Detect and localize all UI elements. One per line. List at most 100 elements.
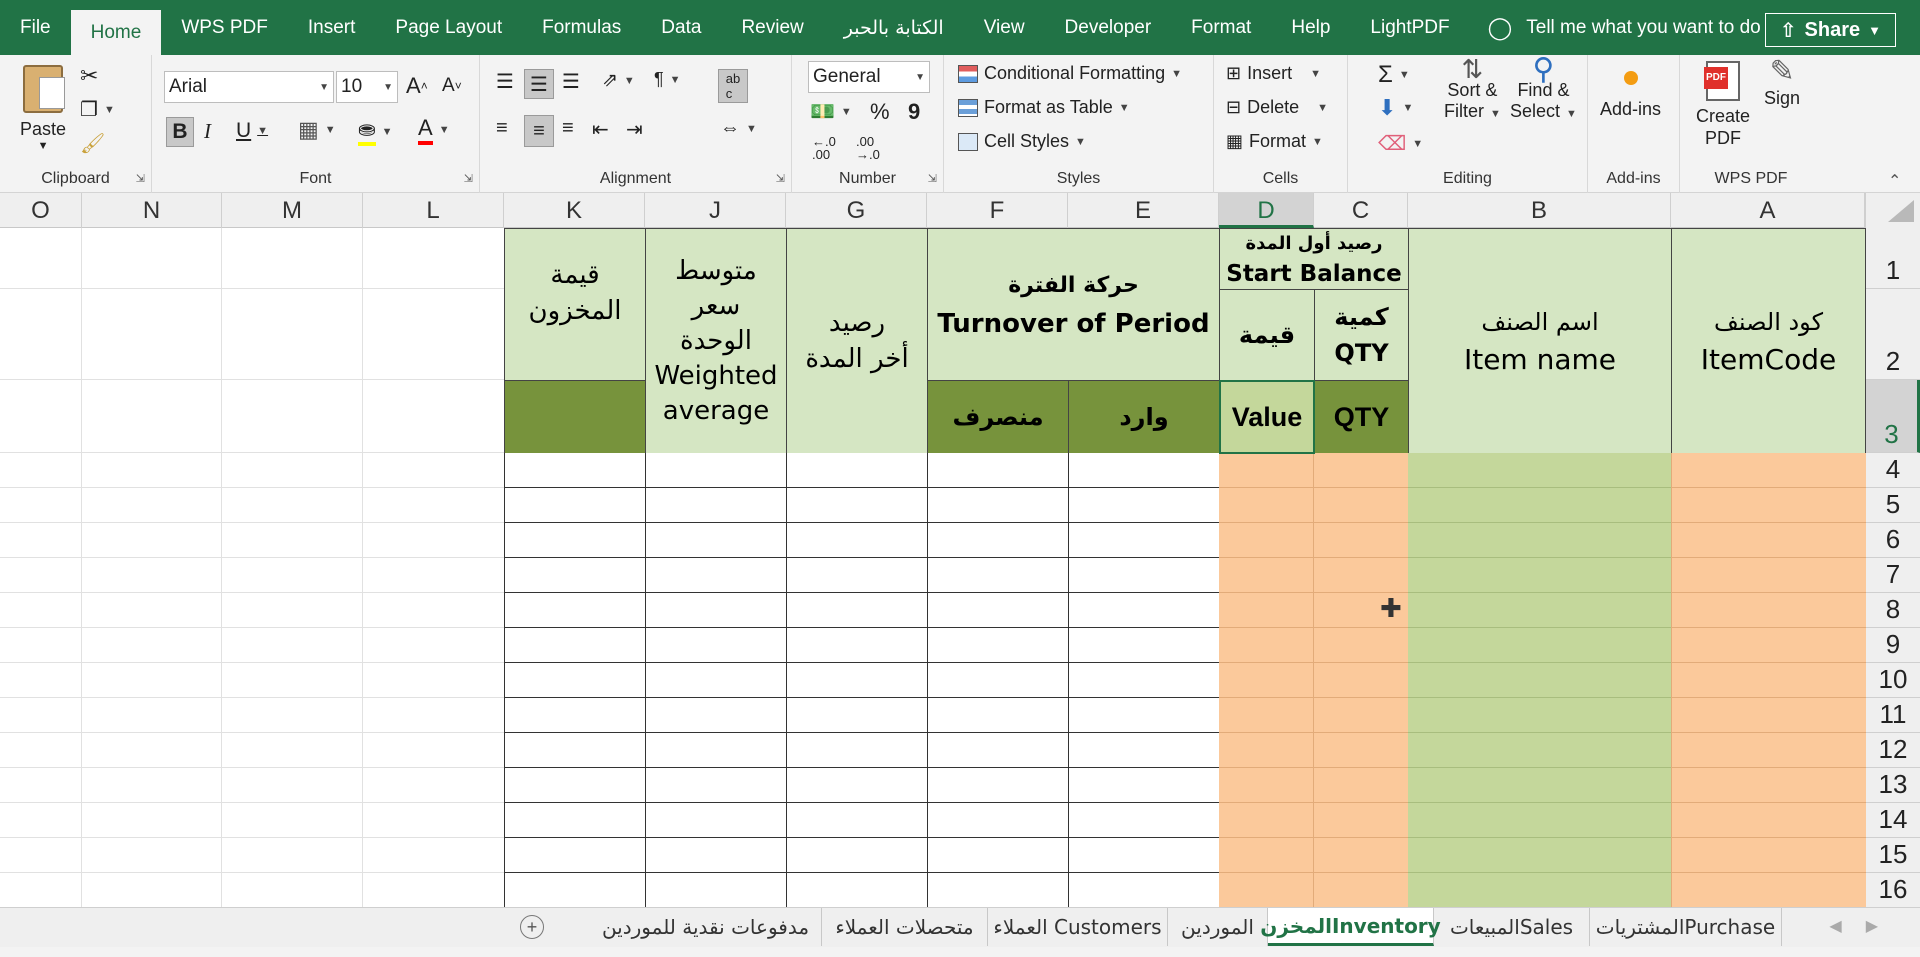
add-sheet-button[interactable]: +: [520, 915, 544, 939]
row-header-16[interactable]: 16: [1865, 873, 1920, 907]
header-start-value-ar[interactable]: قيمة: [1219, 289, 1315, 381]
header-outgoing[interactable]: منصرف: [927, 380, 1069, 454]
header-weighted-average[interactable]: متوسط سعر الوحدة Weighted average: [645, 228, 787, 454]
sheet-tab-sales[interactable]: المبيعاتSales: [1434, 908, 1590, 946]
row-header-8[interactable]: 8: [1865, 593, 1920, 628]
align-center-icon[interactable]: ≡: [524, 115, 554, 147]
header-value[interactable]: Value: [1219, 380, 1315, 454]
align-top-icon[interactable]: ☰: [496, 69, 514, 94]
col-header-j[interactable]: J: [645, 193, 786, 228]
data-area-start-balance[interactable]: [1219, 453, 1409, 907]
addins-button[interactable]: Add-ins: [1600, 63, 1661, 120]
orientation-icon[interactable]: ⇗ ▼: [602, 69, 635, 92]
col-header-e[interactable]: E: [1068, 193, 1219, 228]
grow-font-button[interactable]: A ˄: [406, 73, 428, 99]
col-header-o[interactable]: O: [0, 193, 82, 228]
header-inventory-value[interactable]: قيمة المخزون: [504, 228, 646, 381]
row-header-2[interactable]: 2: [1865, 289, 1920, 380]
format-as-table-button[interactable]: Format as Table ▼: [958, 97, 1130, 118]
row-header-12[interactable]: 12: [1865, 733, 1920, 768]
format-painter-icon[interactable]: 🖌: [80, 131, 105, 156]
find-select-button[interactable]: ⚲ Find & Select ▼: [1510, 55, 1577, 125]
menu-page-layout[interactable]: Page Layout: [375, 0, 522, 55]
col-header-b[interactable]: B: [1408, 193, 1671, 228]
align-bottom-icon[interactable]: ☰: [562, 69, 580, 94]
row-header-5[interactable]: 5: [1865, 488, 1920, 523]
empty-rows-area[interactable]: [0, 453, 504, 907]
col-header-m[interactable]: M: [222, 193, 363, 228]
menu-lightpdf[interactable]: LightPDF: [1350, 0, 1469, 55]
row-header-10[interactable]: 10: [1865, 663, 1920, 698]
data-area-item-code[interactable]: [1671, 453, 1866, 907]
data-area-item-name[interactable]: [1408, 453, 1672, 907]
menu-wps-pdf[interactable]: WPS PDF: [161, 0, 288, 55]
font-name-select[interactable]: Arial ▼: [164, 71, 334, 103]
row-header-9[interactable]: 9: [1865, 628, 1920, 663]
dialog-launcher-icon[interactable]: ⇲: [776, 172, 785, 185]
menu-file[interactable]: File: [0, 0, 71, 55]
sort-filter-button[interactable]: ⇅ Sort & Filter ▼: [1444, 56, 1501, 125]
bold-button[interactable]: B: [166, 117, 194, 147]
comma-style-button[interactable]: 9: [908, 99, 920, 125]
share-button[interactable]: ⇧ Share ▼: [1764, 13, 1896, 47]
spreadsheet-grid[interactable]: O N M L K J G F E D C B A 1 2 3 4 5 6 7 …: [0, 193, 1920, 907]
header-end-balance[interactable]: رصيد أخر المدة: [786, 228, 928, 454]
header-incoming[interactable]: وارد: [1068, 380, 1220, 454]
paste-button[interactable]: Paste ▼: [20, 65, 66, 152]
col-header-k[interactable]: K: [504, 193, 645, 228]
decrease-decimal-button[interactable]: .00 →.0: [856, 135, 896, 161]
menu-review[interactable]: Review: [721, 0, 823, 55]
dialog-launcher-icon[interactable]: ⇲: [464, 172, 473, 185]
row-header-6[interactable]: 6: [1865, 523, 1920, 558]
menu-format[interactable]: Format: [1171, 0, 1271, 55]
menu-home[interactable]: Home: [70, 10, 162, 55]
percent-button[interactable]: %: [870, 99, 890, 125]
menu-insert[interactable]: Insert: [288, 0, 376, 55]
row-header-4[interactable]: 4: [1865, 453, 1920, 488]
clear-icon[interactable]: ⌫ ▼: [1378, 131, 1423, 156]
align-middle-icon[interactable]: ☰: [524, 69, 554, 99]
delete-cells-button[interactable]: ⊟ Delete ▼: [1226, 97, 1328, 118]
row-header-7[interactable]: 7: [1865, 558, 1920, 593]
row-header-15[interactable]: 15: [1865, 838, 1920, 873]
copy-icon[interactable]: ❐ ▼: [80, 97, 115, 122]
row-header-14[interactable]: 14: [1865, 803, 1920, 838]
shrink-font-button[interactable]: A ˅: [442, 75, 462, 97]
align-right-icon[interactable]: ≡: [562, 117, 574, 140]
header-start-balance[interactable]: رصيد أول المدة Start Balance: [1219, 228, 1409, 290]
fill-color-icon[interactable]: ⛂ ▼: [358, 117, 393, 146]
align-left-icon[interactable]: ≡: [496, 117, 508, 140]
create-pdf-button[interactable]: PDF Create PDF: [1696, 61, 1750, 149]
wrap-text-icon[interactable]: ab c: [718, 69, 748, 103]
collapse-ribbon-icon[interactable]: ⌃: [1888, 171, 1901, 191]
decrease-indent-icon[interactable]: ⇤: [592, 117, 609, 142]
accounting-format-icon[interactable]: 💵 ▼: [810, 99, 852, 124]
sheet-tab-supplier-payments[interactable]: مدفوعات نقدية للموردين: [590, 908, 822, 946]
font-color-icon[interactable]: A ▼: [418, 115, 450, 145]
text-direction-icon[interactable]: ¶ ▼: [654, 69, 681, 90]
header-item-name[interactable]: اسم الصنف Item name: [1408, 228, 1672, 454]
format-cells-button[interactable]: ▦ Format ▼: [1226, 131, 1323, 152]
col-header-a[interactable]: A: [1671, 193, 1865, 228]
sheet-tab-inventory[interactable]: المخزنInventory: [1260, 908, 1441, 946]
row-header-3[interactable]: 3: [1865, 380, 1920, 453]
insert-cells-button[interactable]: ⊞ Insert ▼: [1226, 63, 1321, 84]
sheet-tab-purchases[interactable]: المشترياتPurchase: [1590, 908, 1782, 946]
dialog-launcher-icon[interactable]: ⇲: [928, 172, 937, 185]
menu-help[interactable]: Help: [1271, 0, 1350, 55]
col-header-l[interactable]: L: [363, 193, 504, 228]
header-start-qty[interactable]: كمية QTY: [1314, 289, 1409, 381]
underline-button[interactable]: U ▼: [236, 119, 268, 143]
menu-view[interactable]: View: [964, 0, 1045, 55]
menu-developer[interactable]: Developer: [1045, 0, 1172, 55]
menu-ink[interactable]: الكتابة بالحبر: [824, 0, 964, 55]
autosum-icon[interactable]: Σ ▼: [1378, 61, 1410, 89]
col-header-f[interactable]: F: [927, 193, 1068, 228]
col-header-c[interactable]: C: [1314, 193, 1408, 228]
header-qty[interactable]: QTY: [1314, 380, 1409, 454]
sheet-tab-customer-collections[interactable]: متحصلات العملاء: [822, 908, 988, 946]
col-header-n[interactable]: N: [82, 193, 222, 228]
sheet-tab-suppliers[interactable]: الموردين: [1168, 908, 1268, 946]
select-all-corner[interactable]: [1865, 193, 1920, 228]
cell-styles-button[interactable]: Cell Styles ▼: [958, 131, 1086, 152]
